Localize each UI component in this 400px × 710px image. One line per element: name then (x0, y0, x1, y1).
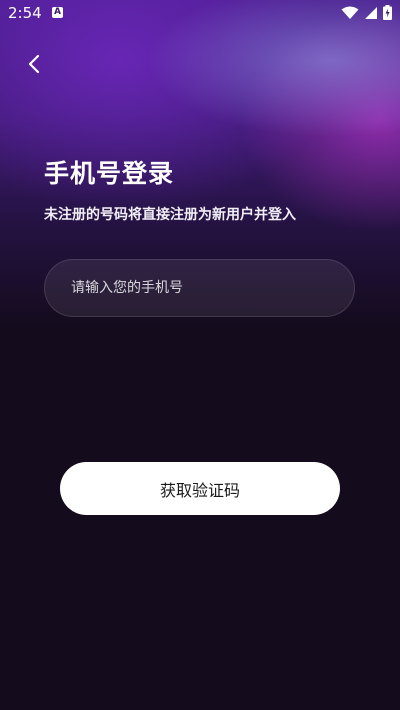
status-icons (341, 5, 392, 24)
chevron-left-icon (27, 54, 41, 78)
get-verification-code-button[interactable]: 获取验证码 (60, 462, 340, 515)
signal-icon (364, 5, 378, 24)
battery-charging-icon (383, 5, 392, 24)
page-subtitle: 未注册的号码将直接注册为新用户并登入 (44, 207, 296, 223)
phone-input[interactable] (71, 260, 331, 316)
page-title: 手机号登录 (44, 159, 175, 188)
wifi-icon (341, 5, 359, 24)
status-time: 2:54 (8, 4, 42, 22)
notification-app-icon: A (52, 7, 63, 18)
phone-field[interactable] (44, 259, 355, 317)
status-bar: 2:54 A (0, 0, 400, 26)
back-button[interactable] (20, 52, 48, 80)
